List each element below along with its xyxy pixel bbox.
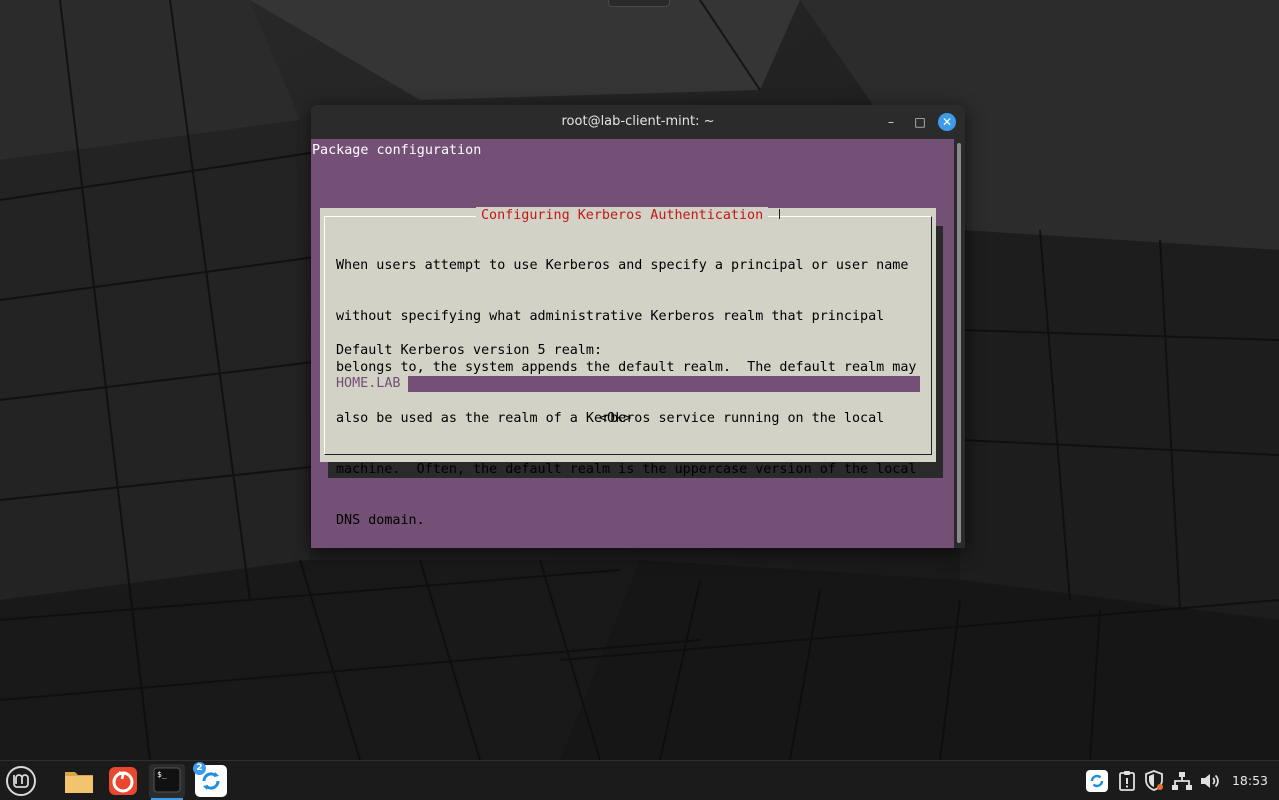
package-configuration-header: Package configuration [312,143,482,158]
terminal-scrollbar[interactable] [954,139,965,548]
description-line: belongs to, the system appends the defau… [336,360,917,375]
top-panel-handle [608,0,670,7]
network-icon [1172,772,1192,790]
update-manager-icon [1086,770,1108,792]
tray-shield[interactable] [1142,769,1166,793]
description-line: When users attempt to use Kerberos and s… [336,258,909,273]
realm-input-field[interactable]: HOME.LAB [336,376,920,392]
tray-clipboard[interactable] [1115,769,1139,793]
minimize-button[interactable]: – [882,113,900,131]
tray-update-manager[interactable] [1085,769,1109,793]
clipboard-icon [1119,771,1135,791]
tray-network[interactable] [1170,769,1194,793]
realm-prompt-label: Default Kerberos version 5 realm: [336,343,603,358]
files-launcher[interactable] [61,764,97,798]
scrollbar-thumb[interactable] [957,143,961,543]
realm-input-value: HOME.LAB [336,376,401,392]
window-title: root@lab-client-mint: ~ [561,114,715,129]
title-bracket-right [779,209,780,219]
dialog-title: Configuring Kerberos Authentication [476,207,769,224]
close-button[interactable]: ✕ [938,113,956,131]
volume-icon [1201,774,1219,788]
debconf-dialog: Configuring Kerberos Authentication When… [320,207,936,528]
description-line: DNS domain. [336,513,425,528]
update-count-badge: 2 [193,762,206,775]
svg-text:$_: $_ [157,770,167,779]
update-manager-launcher[interactable]: 2 [193,762,229,798]
description-line: machine. Often, the default realm is the… [336,462,917,477]
window-titlebar[interactable]: root@lab-client-mint: ~ – □ ✕ [311,105,965,139]
firefox-launcher[interactable] [105,764,141,798]
terminal-area[interactable]: Package configuration Configuring Kerber… [311,139,954,548]
menu-icon [6,766,36,796]
description-line: without specifying what administrative K… [336,309,885,324]
terminal-launcher[interactable]: $_ [149,764,185,800]
ok-button[interactable]: <Ok> [599,410,631,427]
maximize-button[interactable]: □ [911,113,929,131]
terminal-icon: $_ [153,767,181,793]
tray-volume[interactable] [1198,769,1222,793]
terminal-window[interactable]: root@lab-client-mint: ~ – □ ✕ Package co… [311,105,965,548]
text-cursor [401,376,408,392]
menu-button[interactable] [3,764,39,798]
firefox-icon [109,767,137,795]
files-folder-icon [65,772,93,793]
shield-icon [1145,770,1163,791]
taskbar: $_ 2 18:53 [0,760,1279,800]
clock[interactable]: 18:53 [1225,761,1275,800]
